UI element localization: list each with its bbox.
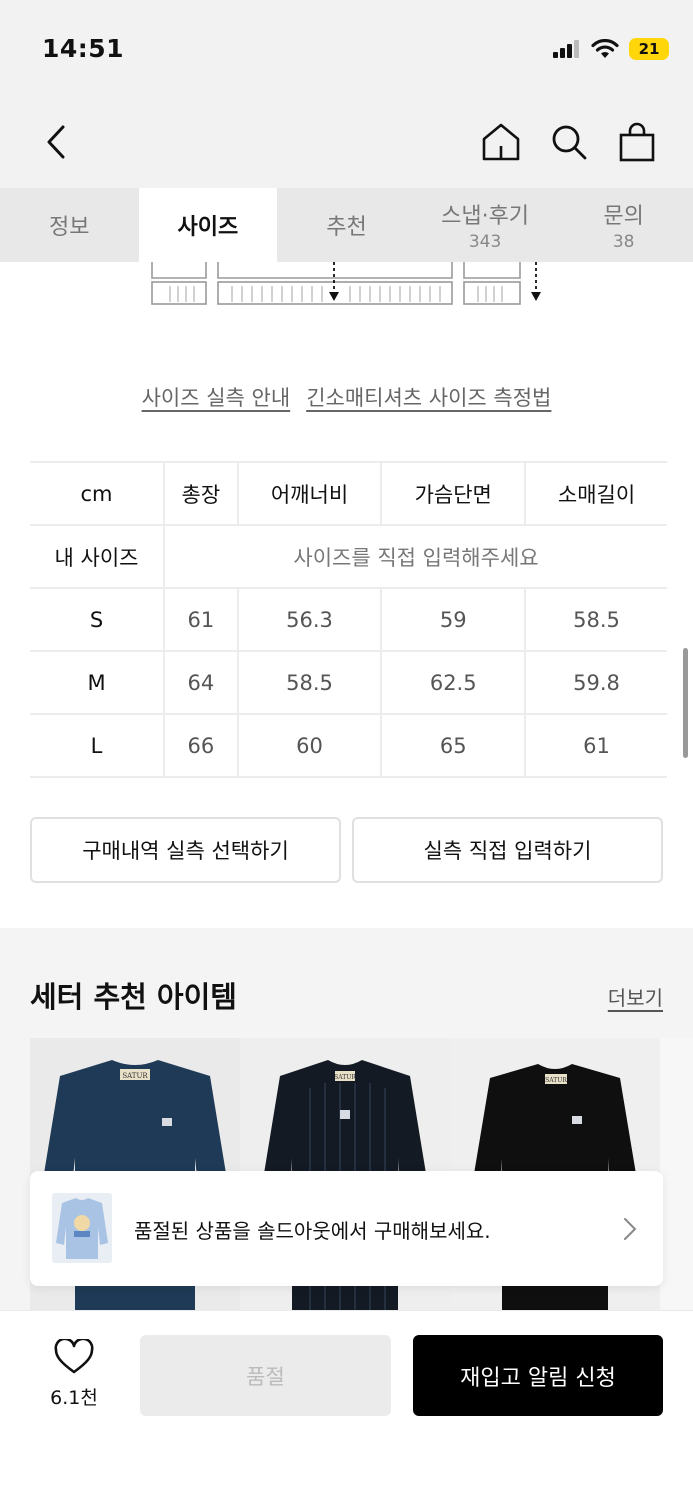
status-time: 14:51 <box>42 34 125 63</box>
status-bar: 14:51 21 <box>0 0 693 100</box>
size-label: L <box>30 713 165 778</box>
size-table: cm 총장 어깨너비 가슴단면 소매길이 내 사이즈 사이즈를 직접 입력해주세… <box>30 461 667 778</box>
measurement-diagram <box>151 262 541 305</box>
shopping-bag-icon <box>619 122 655 162</box>
unit-cell: cm <box>30 461 165 526</box>
recommend-title: 세터 추천 아이템 <box>30 980 237 1014</box>
chevron-left-icon <box>47 125 65 159</box>
home-icon <box>482 123 520 161</box>
tab-label: 스냅·후기 <box>441 204 530 229</box>
search-icon <box>552 125 587 160</box>
size-label: S <box>30 587 165 652</box>
table-row: L 66 60 65 61 <box>30 713 667 778</box>
battery-indicator: 21 <box>629 38 669 60</box>
promo-thumbnail <box>52 1193 112 1263</box>
table-cell: 58.5 <box>524 587 667 652</box>
brand-label: SATUR <box>334 1074 356 1081</box>
table-row: S 61 56.3 59 58.5 <box>30 587 667 652</box>
cart-button[interactable] <box>617 120 657 164</box>
back-button[interactable] <box>36 120 76 164</box>
tab-qna[interactable]: 문의 38 <box>554 188 693 262</box>
tab-count: 343 <box>468 232 502 252</box>
tab-count: 38 <box>612 232 635 252</box>
tab-snap-review[interactable]: 스냅·후기 343 <box>416 188 555 262</box>
size-label: M <box>30 650 165 715</box>
sweatshirt-image <box>56 1198 108 1259</box>
signal-icon <box>553 40 579 58</box>
tab-recommend[interactable]: 추천 <box>277 188 416 262</box>
status-icons: 21 <box>553 38 669 60</box>
tab-label: 사이즈 <box>177 215 239 240</box>
soldout-button: 품절 <box>140 1335 391 1416</box>
table-header-row: cm 총장 어깨너비 가슴단면 소매길이 <box>30 461 667 526</box>
column-header: 총장 <box>163 461 239 526</box>
table-cell: 65 <box>380 713 527 778</box>
table-cell: 61 <box>163 587 239 652</box>
tab-label: 문의 <box>603 204 644 229</box>
chevron-right-icon <box>624 1218 637 1240</box>
bottom-action-bar: 6.1천 품절 재입고 알림 신청 <box>0 1310 693 1500</box>
table-cell: 56.3 <box>236 587 383 652</box>
wifi-icon <box>591 39 619 58</box>
search-button[interactable] <box>549 120 589 164</box>
tab-info[interactable]: 정보 <box>0 188 139 262</box>
column-header: 어깨너비 <box>236 461 383 526</box>
table-cell: 58.5 <box>236 650 383 715</box>
home-button[interactable] <box>481 120 521 164</box>
brand-label: SATUR <box>545 1077 567 1084</box>
wishlist-button[interactable]: 6.1천 <box>44 1337 104 1410</box>
restock-alert-button[interactable]: 재입고 알림 신청 <box>413 1335 663 1416</box>
tab-label: 추천 <box>326 215 367 240</box>
table-cell: 59 <box>380 587 527 652</box>
product-card-partial[interactable] <box>660 1038 693 1312</box>
wishlist-count: 6.1천 <box>50 1387 98 1409</box>
brand-label: SATUR <box>122 1072 148 1080</box>
size-guide-link[interactable]: 사이즈 실측 안내 <box>142 382 291 412</box>
tab-label: 정보 <box>49 215 90 240</box>
column-header: 가슴단면 <box>380 461 527 526</box>
table-cell: 59.8 <box>524 650 667 715</box>
table-row: M 64 58.5 62.5 59.8 <box>30 650 667 715</box>
my-size-label: 내 사이즈 <box>30 524 165 589</box>
table-cell: 62.5 <box>380 650 527 715</box>
product-tabs: 정보 사이즈 추천 스냅·후기 343 문의 38 <box>0 188 693 262</box>
size-guide-links: 사이즈 실측 안내 긴소매티셔츠 사이즈 측정법 <box>0 382 693 412</box>
table-cell: 64 <box>163 650 239 715</box>
column-header: 소매길이 <box>524 461 667 526</box>
table-cell: 61 <box>524 713 667 778</box>
my-size-input[interactable]: 사이즈를 직접 입력해주세요 <box>163 524 667 589</box>
promo-text: 품절된 상품을 솔드아웃에서 구매해보세요. <box>134 1219 491 1243</box>
more-link[interactable]: 더보기 <box>608 982 663 1011</box>
tab-size[interactable]: 사이즈 <box>138 188 278 262</box>
measure-actions: 구매내역 실측 선택하기 실측 직접 입력하기 <box>30 817 663 883</box>
soldout-promo-banner[interactable]: 품절된 상품을 솔드아웃에서 구매해보세요. <box>30 1171 663 1286</box>
heart-icon <box>54 1337 94 1374</box>
my-size-row: 내 사이즈 사이즈를 직접 입력해주세요 <box>30 524 667 589</box>
table-cell: 66 <box>163 713 239 778</box>
select-purchase-history-button[interactable]: 구매내역 실측 선택하기 <box>30 817 341 883</box>
nav-bar <box>0 100 693 188</box>
nav-actions <box>481 120 657 164</box>
table-cell: 60 <box>236 713 383 778</box>
scrollbar[interactable] <box>683 648 688 758</box>
direct-input-button[interactable]: 실측 직접 입력하기 <box>352 817 663 883</box>
measure-method-link[interactable]: 긴소매티셔츠 사이즈 측정법 <box>306 382 551 412</box>
